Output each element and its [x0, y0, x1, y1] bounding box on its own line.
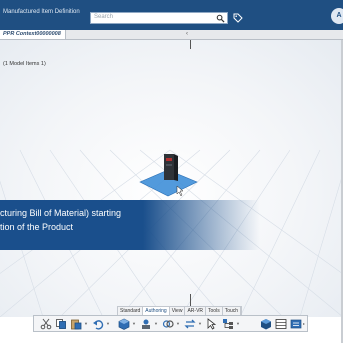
manufacturing-assembly-icon[interactable] — [140, 318, 152, 330]
tab-touch[interactable]: Touch — [223, 307, 242, 315]
chevron-down-icon[interactable]: ▼ — [84, 321, 88, 326]
chevron-down-icon[interactable]: ▼ — [176, 321, 180, 326]
chevron-left-icon[interactable]: ‹ — [186, 31, 188, 37]
link-icon[interactable] — [162, 318, 174, 330]
3d-viewport[interactable]: (1 Model Items 1) cturing Bill of Materi… — [0, 40, 343, 317]
chevron-right-icon[interactable]: ▸ — [303, 321, 305, 326]
tag-icon[interactable] — [233, 13, 243, 23]
document-tab-strip: PPR Context00000008 ‹ — [0, 30, 343, 40]
caption-line-1: cturing Bill of Material) starting — [0, 208, 122, 218]
search-input[interactable]: Search — [90, 12, 228, 24]
tab-tools[interactable]: Tools — [206, 307, 223, 315]
app-title: Manufactured Item Definition — [3, 9, 80, 15]
caption-line-2: tion of the Product — [0, 222, 74, 232]
chevron-down-icon[interactable]: ▼ — [236, 321, 240, 326]
undo-icon[interactable] — [92, 318, 104, 330]
tab-view[interactable]: View — [170, 307, 186, 315]
top-bar: Manufactured Item Definition Search A — [0, 0, 343, 30]
tab-standard[interactable]: Standard — [118, 307, 144, 315]
tab-ar-vr[interactable]: AR-VR — [185, 307, 207, 315]
search-icon[interactable] — [216, 14, 225, 23]
action-bar: ▼ ▼ ▼ ▼ ▼ ▼ ▼ ▸ — [33, 315, 308, 332]
3d-model[interactable] — [135, 150, 205, 200]
copy-icon[interactable] — [55, 318, 67, 330]
cube-icon[interactable] — [260, 318, 272, 330]
avatar[interactable]: A — [331, 8, 343, 24]
tab-authoring[interactable]: Authoring — [143, 307, 170, 315]
viewport-divider-top — [190, 40, 191, 49]
product-icon[interactable] — [118, 318, 130, 330]
cut-icon[interactable] — [40, 318, 52, 330]
chevron-down-icon[interactable]: ▼ — [198, 321, 202, 326]
chevron-down-icon[interactable]: ▼ — [106, 321, 110, 326]
chevron-down-icon[interactable]: ▼ — [132, 321, 136, 326]
tree-root-label[interactable]: (1 Model Items 1) — [3, 61, 46, 67]
search-placeholder: Search — [94, 14, 114, 20]
chevron-down-icon[interactable]: ▼ — [154, 321, 158, 326]
structure-icon[interactable] — [222, 318, 234, 330]
settings-icon[interactable] — [290, 318, 302, 330]
refresh-icon[interactable] — [184, 318, 196, 330]
caption-banner: cturing Bill of Material) starting tion … — [0, 200, 260, 250]
paste-icon[interactable] — [70, 318, 82, 330]
viewport-divider-bottom — [190, 294, 191, 306]
pointer-tools-icon[interactable] — [206, 318, 218, 330]
grid-icon[interactable] — [275, 318, 287, 330]
tab-ppr-context[interactable]: PPR Context00000008 — [0, 30, 66, 39]
